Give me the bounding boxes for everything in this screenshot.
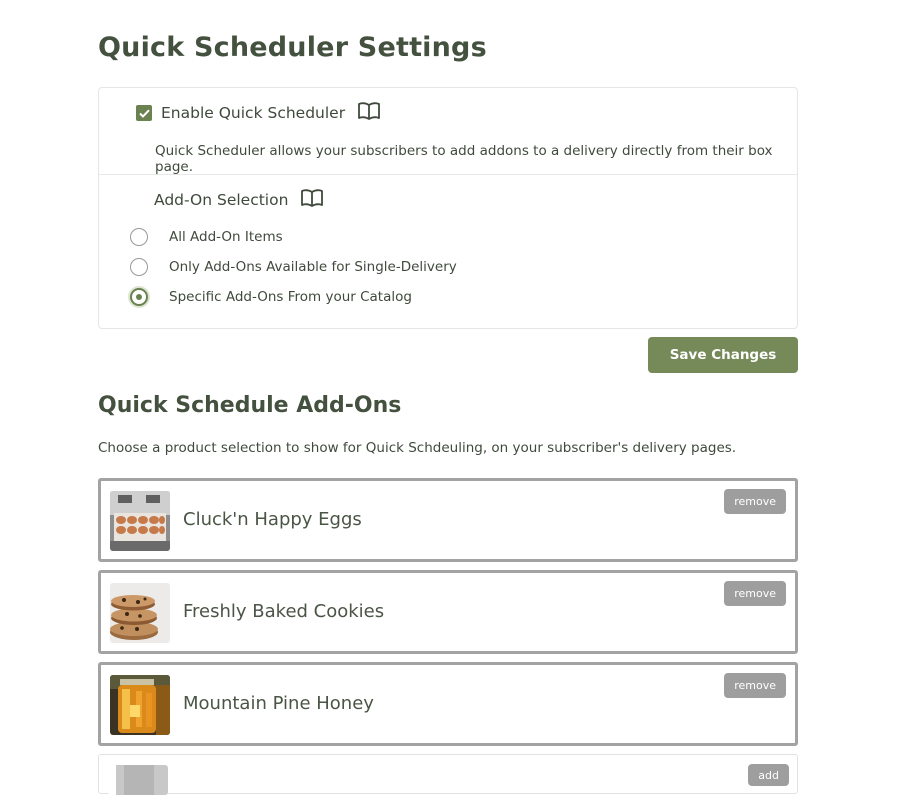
book-open-icon[interactable] [357,101,381,125]
addon-selection-label: Add-On Selection [154,191,289,209]
radio-button[interactable] [130,228,148,246]
addon-item-name: Cluck'n Happy Eggs [183,509,362,530]
settings-card: Enable Quick Scheduler Quick Scheduler a… [98,87,798,329]
product-thumbnail [108,765,168,795]
addon-item: Mountain Pine Honey remove [98,662,798,746]
honey-thumbnail [110,675,170,735]
addon-item-name: Freshly Baked Cookies [183,601,385,622]
radio-option-specific-catalog[interactable]: Specific Add-Ons From your Catalog [130,287,412,307]
radio-button-selected[interactable] [130,288,148,306]
addon-item: Cluck'n Happy Eggs remove [98,478,798,562]
remove-button[interactable]: remove [724,581,786,606]
cookies-thumbnail [110,583,170,643]
book-open-icon[interactable] [300,188,324,212]
radio-label: Only Add-Ons Available for Single-Delive… [169,259,457,275]
enable-quick-scheduler-row[interactable]: Enable Quick Scheduler [136,102,381,124]
addon-item-available: add [98,754,798,795]
enable-description: Quick Scheduler allows your subscribers … [155,143,773,175]
radio-label: All Add-On Items [169,229,283,245]
radio-option-all[interactable]: All Add-On Items [130,227,283,247]
check-icon [138,109,150,118]
add-button[interactable]: add [748,764,789,786]
page-title: Quick Scheduler Settings [98,32,487,63]
addons-section-title: Quick Schedule Add-Ons [98,393,402,418]
remove-button[interactable]: remove [724,489,786,514]
addon-selection-header: Add-On Selection [154,188,324,212]
addon-item-name: Mountain Pine Honey [183,693,374,714]
radio-button[interactable] [130,258,148,276]
eggs-thumbnail [110,491,170,551]
enable-label: Enable Quick Scheduler [161,104,346,122]
enable-checkbox[interactable] [136,105,152,121]
addon-item: Freshly Baked Cookies remove [98,570,798,654]
remove-button[interactable]: remove [724,673,786,698]
save-changes-button[interactable]: Save Changes [648,337,798,373]
radio-option-single-delivery[interactable]: Only Add-Ons Available for Single-Delive… [130,257,457,277]
addons-description: Choose a product selection to show for Q… [98,440,737,456]
divider [99,174,797,175]
radio-label: Specific Add-Ons From your Catalog [169,289,412,305]
